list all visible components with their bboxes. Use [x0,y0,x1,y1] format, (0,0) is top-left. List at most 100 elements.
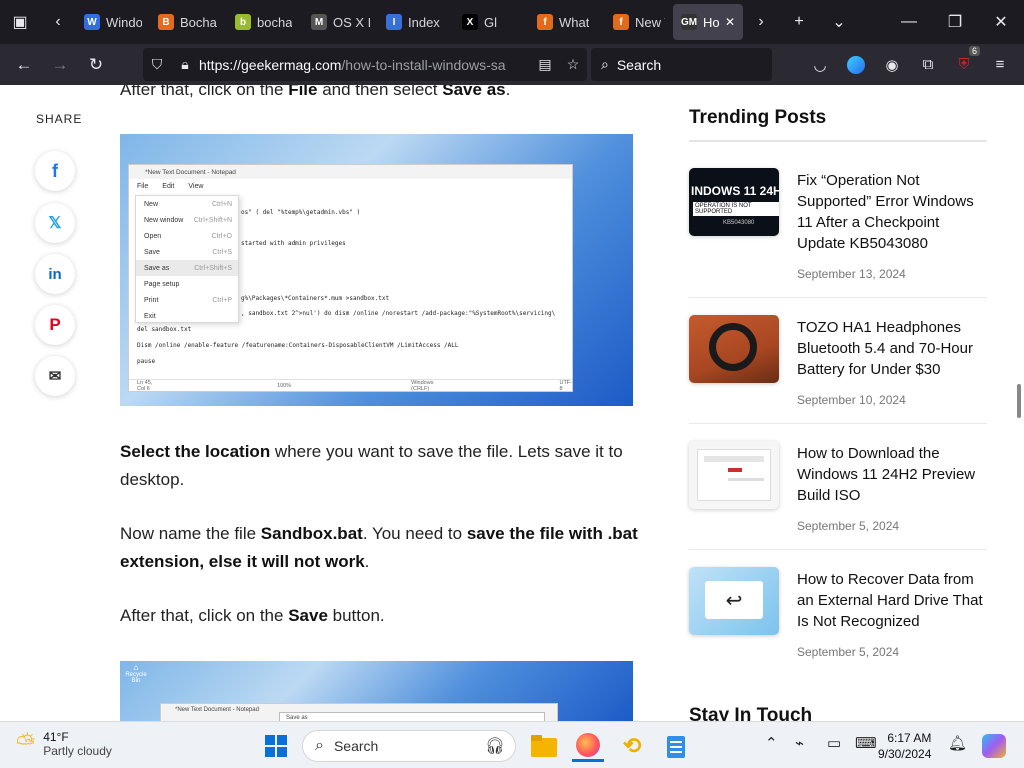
close-window-icon[interactable]: ✕ [978,0,1024,44]
browser-tab[interactable]: B Bocha [150,4,227,40]
firefox-view-icon[interactable]: ▣ [0,0,40,44]
tab-label: OS X I [333,14,370,30]
reload-icon[interactable]: ↻ [78,47,114,83]
post-thumbnail[interactable] [689,315,779,383]
minimize-icon[interactable]: — [886,0,932,44]
tab-label: Ho [703,14,719,30]
list-all-tabs-icon[interactable]: ⌄ [819,0,859,44]
notepad-menu-item: New window Ctrl+Shift+N [136,212,238,228]
reader-view-icon[interactable]: ▤ [531,56,559,73]
menu-item-shortcut: Ctrl+Shift+N [193,216,232,224]
thumb-title: INDOWS 11 24H [691,184,779,198]
app-taskbar-icon[interactable]: ⟲ [616,730,648,762]
search-icon: ⌕ [601,56,609,72]
language-icon[interactable]: ⌨ [855,734,877,752]
windows-start-icon[interactable] [260,730,292,762]
search-highlight-icon: 🎧︎ [484,738,505,755]
close-tab-icon[interactable]: ✕ [725,15,735,29]
post-title-link[interactable]: Fix “Operation Not Supported” Error Wind… [797,170,989,254]
tab-favicon-icon: X [462,14,478,30]
notepad-menu: File Edit View [129,179,572,193]
post-separator [689,423,987,424]
post-thumbnail[interactable] [689,441,779,509]
notepad-statusbar: Ln 45, Col 6 100% Windows (CRLF) UTF-8 [129,379,572,392]
browser-tab[interactable]: GM Ho ✕ [673,4,743,40]
browser-tab[interactable]: X Gl [454,4,529,40]
browser-tab[interactable]: f New T [605,4,673,40]
weather-widget[interactable]: ⛅︎ 41°F Partly cloudy [16,730,112,758]
status-zoom: 100% [277,382,292,389]
notepad-menu-item: Save Ctrl+S [136,244,238,260]
lock-icon[interactable]: 🔒︎ [171,56,199,73]
page-scrollbar-thumb[interactable] [1017,384,1021,418]
article-paragraph-location: Select the location where you want to sa… [120,442,623,489]
trending-posts-title: Trending Posts [689,107,827,128]
code-line: g%\Packages\*Containers*.mum >sandbox.tx… [241,295,390,302]
back-icon[interactable]: ← [6,47,42,83]
browser-tab[interactable]: W Windo [76,4,150,40]
post-thumbnail[interactable]: ↩ [689,567,779,635]
taskbar-clock[interactable]: 6:17 AM 9/30/2024 [878,730,931,762]
account-icon[interactable]: ◉ [876,48,908,81]
post-title-link[interactable]: How to Recover Data from an External Har… [797,569,989,632]
sidebar-divider [689,140,987,142]
notepad-menu-item: Exit [136,308,238,324]
scroll-tabs-left-icon[interactable]: ‹ [40,0,76,44]
vpn-globe-icon[interactable] [840,48,872,81]
url-text[interactable]: https://geekermag.com/how-to-install-win… [199,57,531,73]
scroll-tabs-right-icon[interactable]: › [743,0,779,44]
thumb-subtitle: OPERATION IS NOT SUPPORTED [693,202,779,216]
linkedin-share-icon[interactable]: in [35,254,75,294]
extensions-icon[interactable]: ⧉ [912,48,944,81]
extension-badge: 6 [968,46,980,56]
menu-icon[interactable]: ≡ [984,48,1016,81]
thumb-bar [728,478,764,481]
tab-favicon-icon: f [537,14,553,30]
copilot-icon[interactable] [978,730,1010,762]
clock-date: 9/30/2024 [878,747,932,761]
notifications-bell-icon[interactable]: 🔔︎ [948,734,967,752]
status-eol: Windows (CRLF) [411,379,434,392]
post-separator [689,297,987,298]
file-explorer-icon[interactable] [528,730,560,762]
network-icon[interactable]: ⌁ [795,734,804,752]
firefox-taskbar-icon[interactable] [572,730,604,762]
tab-favicon-icon: M [311,14,327,30]
notepad-menu-edit: Edit [162,182,175,190]
url-bar[interactable]: ⛉ 🔒︎ https://geekermag.com/how-to-instal… [143,48,587,81]
post-thumbnail[interactable]: INDOWS 11 24H OPERATION IS NOT SUPPORTED… [689,168,779,236]
notepad-taskbar-icon[interactable] [660,730,692,762]
status-position: Ln 45, Col 6 [137,379,153,392]
notepad-menu-item: Save as Ctrl+Shift+S [136,260,238,276]
post-title-link[interactable]: How to Download the Windows 11 24H2 Prev… [797,443,989,506]
recycle-bin-icon: ♺ Recycle Bin [125,666,147,684]
post-date: September 5, 2024 [797,519,900,533]
search-bar[interactable]: ⌕ Search [591,48,772,81]
x-share-icon[interactable]: 𝕏 [35,203,75,243]
facebook-share-icon[interactable]: f [35,151,75,191]
shield-icon[interactable]: ⛉ [143,56,171,73]
display-icon[interactable]: ▭ [827,734,841,752]
email-share-icon[interactable]: ✉ [35,356,75,396]
pocket-icon[interactable]: ◡ [804,48,836,81]
browser-tab[interactable]: f What [529,4,605,40]
browser-tab[interactable]: b bocha [227,4,303,40]
save-as-dialog: Save as [279,712,545,721]
post-date: September 5, 2024 [797,645,900,659]
browser-tab[interactable]: I Index [378,4,454,40]
show-hidden-icons-chevron[interactable]: ⌃ [765,734,778,752]
restore-icon[interactable]: ❐ [932,0,978,44]
pinterest-share-icon[interactable]: P [35,305,75,345]
ublock-icon[interactable]: ⛨ 6 [948,46,980,81]
bookmark-star-icon[interactable]: ☆ [559,56,587,73]
taskbar-search[interactable]: ⌕ Search 🎧︎ [302,730,516,762]
article-screenshot-notepad: *New Text Document - Notepad File Edit V… [120,134,633,406]
new-tab-icon[interactable]: + [779,0,819,44]
notepad-window-2: *New Text Document - Notepad Save as [160,703,558,721]
forward-icon[interactable]: → [42,47,78,83]
browser-tab[interactable]: M OS X I [303,4,378,40]
post-title-link[interactable]: TOZO HA1 Headphones Bluetooth 5.4 and 70… [797,317,989,380]
tab-favicon-icon: B [158,14,174,30]
notepad-menu-item: Open Ctrl+O [136,228,238,244]
menu-item-shortcut: Ctrl+N [211,200,232,208]
